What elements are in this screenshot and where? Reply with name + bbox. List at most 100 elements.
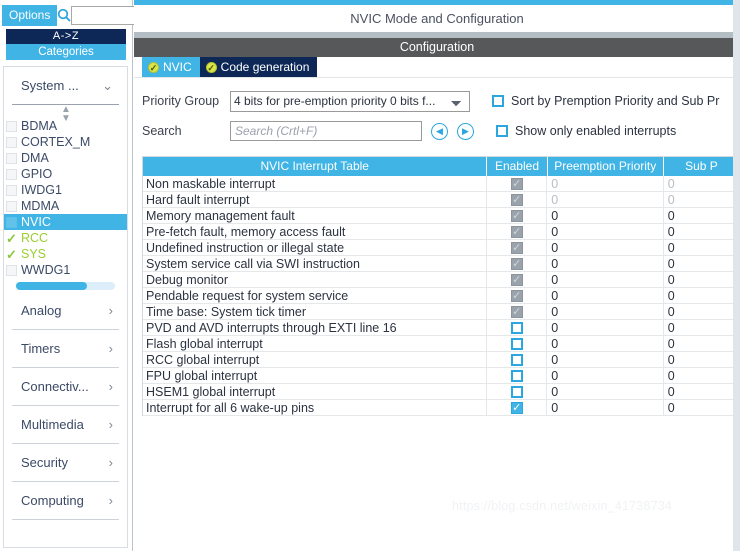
enabled-cell[interactable]: ✓ — [487, 224, 548, 239]
table-row[interactable]: Time base: System tick timer ✓ 0 0 — [143, 304, 739, 320]
enabled-cell[interactable] — [487, 352, 548, 367]
preemption-priority-cell[interactable]: 0 — [547, 384, 664, 399]
sidebar-group-system[interactable]: System ... ⌄ — [12, 67, 119, 105]
checkbox-checked-icon[interactable]: ✓ — [510, 401, 523, 414]
table-row[interactable]: Flash global interrupt 0 0 — [143, 336, 739, 352]
column-header-preemption[interactable]: Preemption Priority — [548, 157, 664, 176]
priority-group-select[interactable]: 4 bits for pre-emption priority 0 bits f… — [230, 90, 470, 112]
enabled-cell[interactable]: ✓ — [487, 208, 548, 223]
sidebar-item-sys[interactable]: ✓ SYS — [4, 246, 127, 262]
checkbox-icon[interactable] — [510, 385, 523, 398]
checkbox-checked-icon[interactable]: ✓ — [510, 305, 523, 318]
enabled-cell[interactable]: ✓ — [487, 400, 548, 415]
table-row[interactable]: Undefined instruction or illegal state ✓ 0… — [143, 240, 739, 256]
enabled-cell[interactable]: ✓ — [487, 176, 548, 191]
checkbox-checked-icon[interactable]: ✓ — [510, 241, 523, 254]
preemption-priority-cell[interactable]: 0 — [547, 272, 664, 287]
sub-priority-cell[interactable]: 0 — [664, 208, 739, 223]
checkbox-checked-icon[interactable]: ✓ — [510, 257, 523, 270]
tab-nvic[interactable]: ✓ NVIC — [142, 57, 200, 77]
sub-priority-cell[interactable]: 0 — [664, 224, 739, 239]
checkbox-checked-icon[interactable]: ✓ — [510, 209, 523, 222]
sort-by-preemption-checkbox[interactable]: Sort by Premption Priority and Sub Pr — [492, 94, 719, 108]
preemption-priority-cell[interactable]: 0 — [547, 288, 664, 303]
preemption-priority-cell[interactable]: 0 — [547, 352, 664, 367]
list-item[interactable]: IWDG1 — [4, 182, 127, 198]
table-row[interactable]: Pendable request for system service ✓ 0 0 — [143, 288, 739, 304]
preemption-priority-cell[interactable]: 0 — [547, 208, 664, 223]
enabled-cell[interactable]: ✓ — [487, 256, 548, 271]
table-row[interactable]: Interrupt for all 6 wake-up pins ✓ 0 0 — [143, 400, 739, 416]
categories-button[interactable]: Categories — [6, 44, 126, 60]
list-item[interactable]: CORTEX_M — [4, 134, 127, 150]
enabled-cell[interactable] — [487, 368, 548, 383]
list-item[interactable]: MDMA — [4, 198, 127, 214]
table-row[interactable]: System service call via SWI instruction ✓… — [143, 256, 739, 272]
checkbox-icon[interactable] — [510, 321, 523, 334]
sidebar-group-computing[interactable]: Computing › — [12, 482, 119, 520]
enabled-cell[interactable] — [487, 336, 548, 351]
search-icon[interactable] — [57, 8, 71, 22]
checkbox-checked-icon[interactable]: ✓ — [510, 177, 523, 190]
table-row[interactable]: Pre-fetch fault, memory access fault ✓ 0 0 — [143, 224, 739, 240]
preemption-priority-cell[interactable]: 0 — [547, 240, 664, 255]
column-header-name[interactable]: NVIC Interrupt Table — [143, 157, 488, 176]
sidebar-group-analog[interactable]: Analog › — [12, 292, 119, 330]
enabled-cell[interactable] — [487, 384, 548, 399]
preemption-priority-cell[interactable]: 0 — [547, 336, 664, 351]
sub-priority-cell[interactable]: 0 — [664, 304, 739, 319]
list-item[interactable]: WWDG1 — [4, 262, 127, 278]
checkbox-checked-icon[interactable]: ✓ — [510, 225, 523, 238]
sub-priority-cell[interactable]: 0 — [664, 352, 739, 367]
sidebar-group-security[interactable]: Security › — [12, 444, 119, 482]
checkbox-icon[interactable] — [510, 369, 523, 382]
sub-priority-cell[interactable]: 0 — [664, 336, 739, 351]
sidebar-group-multimedia[interactable]: Multimedia › — [12, 406, 119, 444]
checkbox-checked-icon[interactable]: ✓ — [510, 273, 523, 286]
table-row[interactable]: FPU global interrupt 0 0 — [143, 368, 739, 384]
column-header-enabled[interactable]: Enabled — [487, 157, 548, 176]
search-prev-icon[interactable]: ◀ — [431, 122, 448, 140]
sub-priority-cell[interactable]: 0 — [664, 288, 739, 303]
horizontal-scrollbar[interactable] — [16, 282, 115, 290]
sub-priority-cell[interactable]: 0 — [664, 240, 739, 255]
preemption-priority-cell[interactable]: 0 — [547, 256, 664, 271]
table-row[interactable]: Hard fault interrupt ✓ 0 0 — [143, 192, 739, 208]
sidebar-item-rcc[interactable]: ✓ RCC — [4, 230, 127, 246]
checkbox-checked-icon[interactable]: ✓ — [510, 193, 523, 206]
preemption-priority-cell[interactable]: 0 — [547, 176, 664, 191]
tab-code-generation[interactable]: ✓ Code generation — [199, 57, 318, 77]
preemption-priority-cell[interactable]: 0 — [547, 192, 664, 207]
sub-priority-cell[interactable]: 0 — [664, 400, 739, 415]
column-header-sub[interactable]: Sub P — [664, 157, 739, 176]
table-row[interactable]: Non maskable interrupt ✓ 0 0 — [143, 176, 739, 192]
checkbox-icon[interactable] — [510, 353, 523, 366]
vertical-scrollbar[interactable] — [733, 0, 740, 551]
show-only-enabled-checkbox[interactable]: Show only enabled interrupts — [496, 124, 676, 138]
sub-priority-cell[interactable]: 0 — [664, 272, 739, 287]
enabled-cell[interactable]: ✓ — [487, 192, 548, 207]
enabled-cell[interactable]: ✓ — [487, 240, 548, 255]
sidebar-group-connectivity[interactable]: Connectiv... › — [12, 368, 119, 406]
table-row[interactable]: RCC global interrupt 0 0 — [143, 352, 739, 368]
enabled-cell[interactable]: ✓ — [487, 288, 548, 303]
preemption-priority-cell[interactable]: 0 — [547, 320, 664, 335]
sidebar-item-nvic[interactable]: NVIC — [4, 214, 127, 230]
checkbox-icon[interactable] — [510, 337, 523, 350]
preemption-priority-cell[interactable]: 0 — [547, 400, 664, 415]
list-item[interactable]: GPIO — [4, 166, 127, 182]
sidebar-group-timers[interactable]: Timers › — [12, 330, 119, 368]
search-next-icon[interactable]: ▶ — [457, 122, 474, 140]
table-row[interactable]: HSEM1 global interrupt 0 0 — [143, 384, 739, 400]
spinner-up-down-icon[interactable]: ▲ ▼ — [4, 105, 127, 124]
enabled-cell[interactable] — [487, 320, 548, 335]
sub-priority-cell[interactable]: 0 — [664, 368, 739, 383]
sub-priority-cell[interactable]: 0 — [664, 320, 739, 335]
sub-priority-cell[interactable]: 0 — [664, 176, 739, 191]
checkbox-checked-icon[interactable]: ✓ — [510, 289, 523, 302]
sub-priority-cell[interactable]: 0 — [664, 192, 739, 207]
enabled-cell[interactable]: ✓ — [487, 272, 548, 287]
table-row[interactable]: Debug monitor ✓ 0 0 — [143, 272, 739, 288]
sub-priority-cell[interactable]: 0 — [664, 384, 739, 399]
sort-az-button[interactable]: A->Z — [6, 29, 126, 44]
